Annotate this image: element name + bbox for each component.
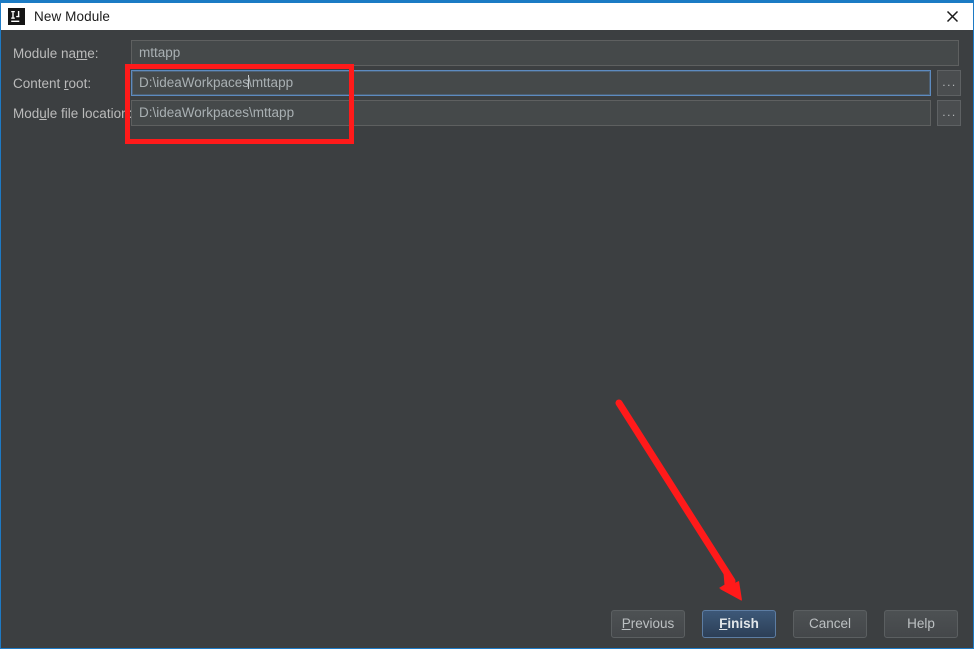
content-root-value-before-caret: D:\ideaWorkpaces — [139, 75, 250, 90]
window-title: New Module — [34, 9, 111, 24]
cancel-button[interactable]: Cancel — [793, 610, 867, 638]
module-name-mnemonic: m — [76, 46, 88, 61]
module-name-label: Module name: — [13, 46, 99, 61]
dialog-body: Module name: mttapp Content root: D:\ide… — [1, 30, 973, 648]
help-button[interactable]: Help — [884, 610, 958, 638]
dialog-button-bar: Previous Finish Cancel Help — [1, 609, 973, 639]
module-name-row: Module name: mttapp — [1, 40, 973, 68]
finish-button[interactable]: Finish — [702, 610, 776, 638]
previous-button[interactable]: Previous — [611, 610, 685, 638]
intellij-idea-icon — [8, 8, 25, 25]
module-file-location-label: Module file location: — [13, 106, 133, 121]
module-name-input[interactable]: mttapp — [131, 40, 959, 66]
previous-mnemonic: P — [621, 616, 631, 631]
content-root-row: Content root: D:\ideaWorkpaces\mttapp ..… — [1, 70, 973, 98]
new-module-dialog: New Module Module name: mttapp Content r… — [0, 0, 974, 649]
module-file-location-input[interactable]: D:\ideaWorkpaces\mttapp — [131, 100, 931, 126]
close-button[interactable] — [930, 3, 973, 30]
content-root-value-after-caret: \mttapp — [248, 75, 294, 90]
window-titlebar: New Module — [1, 3, 973, 30]
content-root-input[interactable]: D:\ideaWorkpaces\mttapp — [131, 70, 931, 96]
content-root-browse-button[interactable]: ... — [937, 70, 961, 96]
content-root-label: Content root: — [13, 76, 92, 91]
module-file-location-browse-button[interactable]: ... — [937, 100, 961, 126]
module-file-location-row: Module file location: D:\ideaWorkpaces\m… — [1, 100, 973, 128]
module-file-location-mnemonic: u — [39, 106, 47, 121]
